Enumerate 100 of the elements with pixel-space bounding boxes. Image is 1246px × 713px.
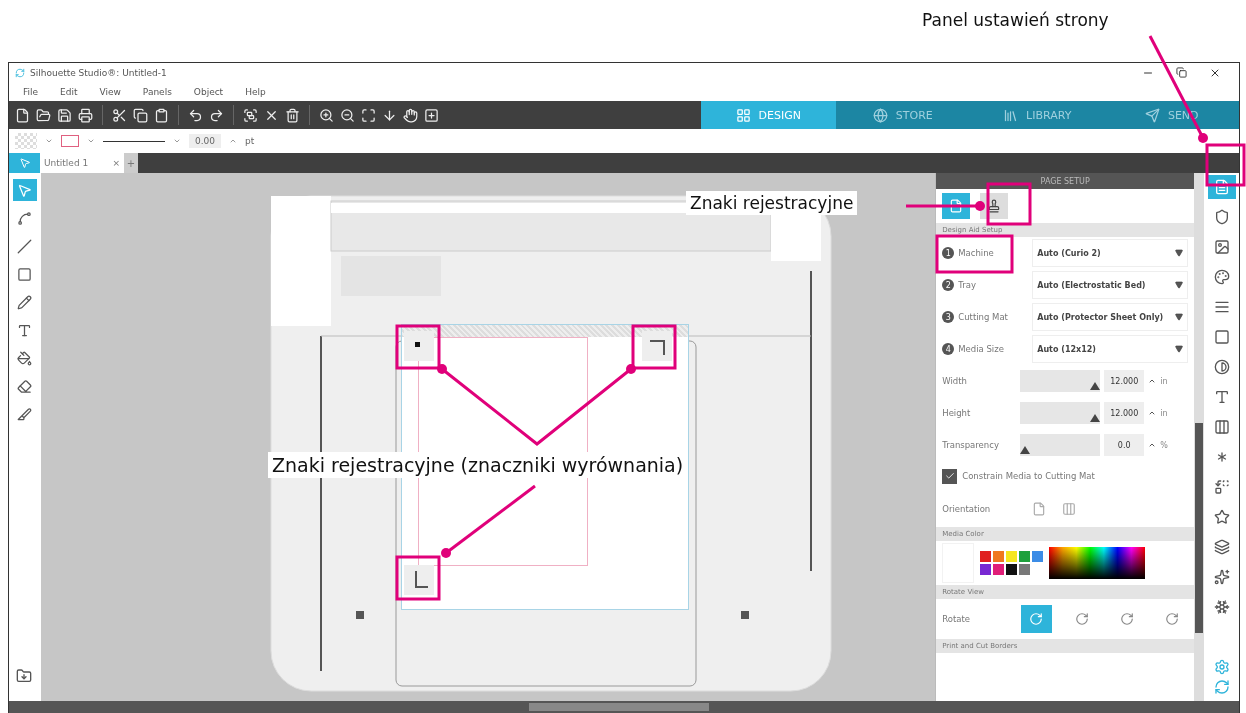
restore-icon[interactable] [1176,67,1187,78]
pointer-icon [17,182,33,198]
color-swatch[interactable] [980,551,992,562]
color-swatch[interactable] [980,564,992,575]
panel-scrollbar[interactable] [1194,173,1204,701]
dropdown[interactable]: Auto (Electrostatic Bed) [1032,271,1189,299]
value-field[interactable]: 0.0 [1104,434,1145,456]
caret-icon [1175,313,1184,321]
spinner-icon[interactable] [1148,441,1157,449]
new-file-icon[interactable] [15,107,30,123]
line-style[interactable] [103,140,165,142]
field-label: Machine [958,248,995,258]
color-swatch[interactable] [1006,551,1018,562]
rotate-icon [1165,612,1180,626]
field-label: Media Size [958,344,1005,354]
folder-icon [16,668,32,684]
field-label: Orientation [942,504,992,514]
text-icon [17,322,33,338]
knife-icon [17,406,33,422]
group-icon[interactable] [243,107,258,123]
caret-icon[interactable] [87,137,95,145]
callout-box [1205,143,1246,187]
color-swatch[interactable] [1019,564,1031,575]
horizontal-scrollbar[interactable] [9,701,1239,713]
value-field[interactable]: 12.000 [1104,402,1145,424]
square-plus-icon[interactable] [424,107,439,123]
palette-icon [1213,269,1230,285]
zoom-in-icon[interactable] [319,107,334,123]
field-label: Transparency [942,440,1000,450]
field-label: Cutting Mat [958,312,1009,322]
image-icon [1213,239,1230,255]
slider-track[interactable] [1020,434,1101,456]
slider-track[interactable] [1020,402,1101,424]
shield-icon [1213,209,1230,225]
hand-icon[interactable] [403,107,418,123]
design-tab-icon [735,107,751,123]
color-swatch[interactable] [1019,551,1031,562]
save-icon[interactable] [57,107,72,123]
printer-icon[interactable] [78,107,93,123]
document-tab[interactable]: Untitled 1 × [40,153,124,173]
slider-thumb[interactable] [1020,446,1031,454]
copy-icon[interactable] [133,107,148,123]
color-swatch[interactable] [1032,551,1044,562]
caret-icon [1175,281,1184,289]
menu-item[interactable]: File [23,87,39,97]
caret-icon [1175,345,1184,353]
slider-track[interactable] [1020,370,1101,392]
rotate-icon [1120,612,1135,626]
menu-item[interactable]: Object [193,87,224,97]
sparkles-icon [1213,569,1230,585]
page-icon [949,199,964,213]
open-folder-icon[interactable] [36,107,51,123]
clipboard-icon[interactable] [154,107,169,123]
menu-item[interactable]: Help [245,87,266,97]
unit-label: % [1160,440,1168,450]
dropdown[interactable]: Auto (Curio 2) [1032,239,1189,267]
check-icon [944,471,955,481]
square-icon [1213,329,1230,345]
columns-icon [1213,419,1230,435]
checkbox[interactable] [942,468,958,484]
step-number: 4 [942,343,955,355]
dropdown[interactable]: Auto (12x12) [1032,335,1189,363]
stroke-swatch[interactable] [61,135,79,147]
registration-mark [403,565,434,595]
menu-item[interactable]: Edit [60,87,78,97]
arrow-down-icon[interactable] [382,107,397,123]
color-spectrum[interactable] [1049,547,1146,579]
menu-item[interactable]: View [99,87,121,97]
paint-bucket-icon [17,350,33,366]
trash-icon[interactable] [285,107,300,123]
value-field[interactable]: 12.000 [1104,370,1145,392]
star-icon [1213,509,1230,525]
pencil-icon [17,294,33,310]
caret-icon[interactable] [45,137,53,145]
field-label: Width [942,376,968,386]
spinner-icon[interactable] [1148,409,1157,417]
menu-item[interactable]: Panels [142,87,172,97]
spinner-icon[interactable] [1148,377,1157,385]
undo-icon[interactable] [188,107,203,123]
scissors-icon[interactable] [112,107,127,123]
color-swatch[interactable] [993,564,1005,575]
field-label: Rotate [942,614,972,624]
dropdown[interactable]: Auto (Protector Sheet Only) [1032,303,1189,331]
color-swatch[interactable] [993,551,1005,562]
layers-icon [1213,539,1230,555]
step-number: 1 [942,247,955,259]
store-tab-icon [872,107,888,123]
zoom-out-icon[interactable] [340,107,355,123]
fit-icon[interactable] [361,107,376,123]
lines-icon [1213,299,1230,315]
curve-icon [17,210,33,226]
color-swatch[interactable] [1006,564,1018,575]
stroke-width-field[interactable]: 0.00 [189,134,222,148]
page-icon [1213,179,1230,195]
redo-icon[interactable] [209,107,224,123]
fill-swatch[interactable] [15,133,37,149]
close-icon[interactable] [1209,67,1221,79]
unit-label: in [1160,376,1168,386]
caret-icon[interactable] [173,137,181,145]
registration-mark [403,331,434,361]
